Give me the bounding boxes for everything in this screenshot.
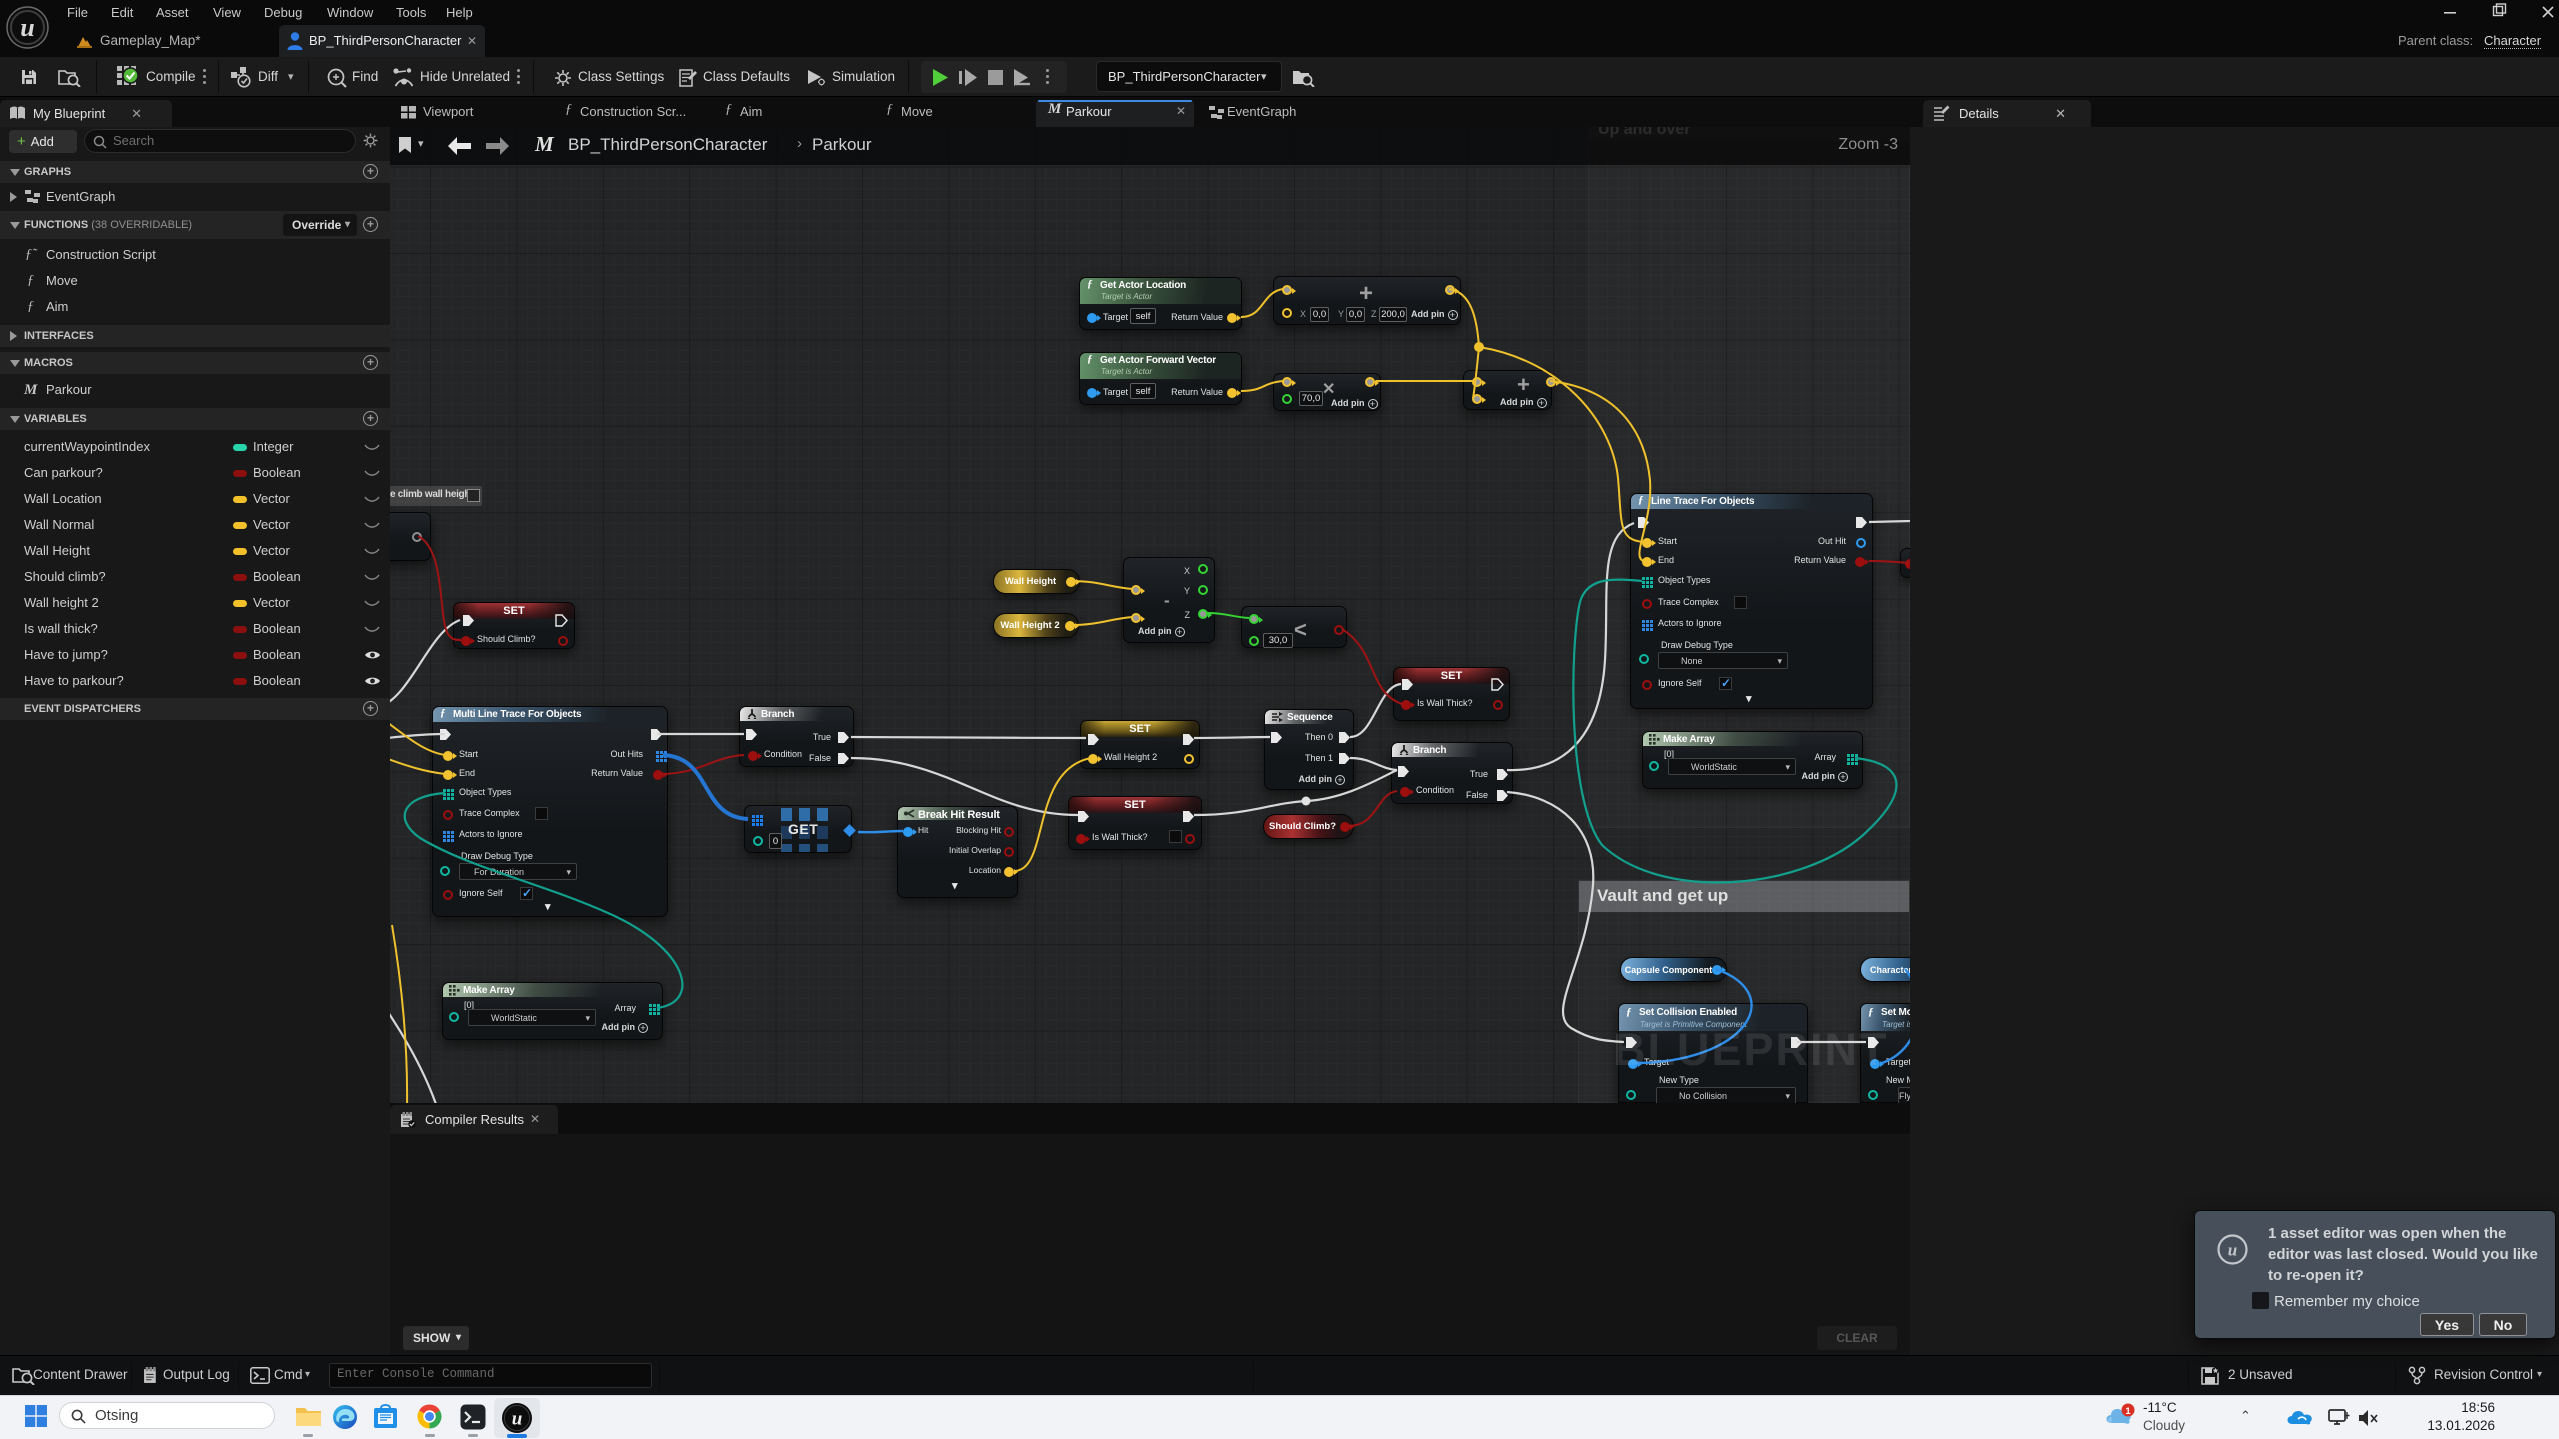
- svg-text:u: u: [20, 13, 34, 42]
- svg-text:1: 1: [2125, 1406, 2131, 1417]
- svg-text:u: u: [512, 1409, 523, 1430]
- svg-text:u: u: [2228, 1241, 2237, 1260]
